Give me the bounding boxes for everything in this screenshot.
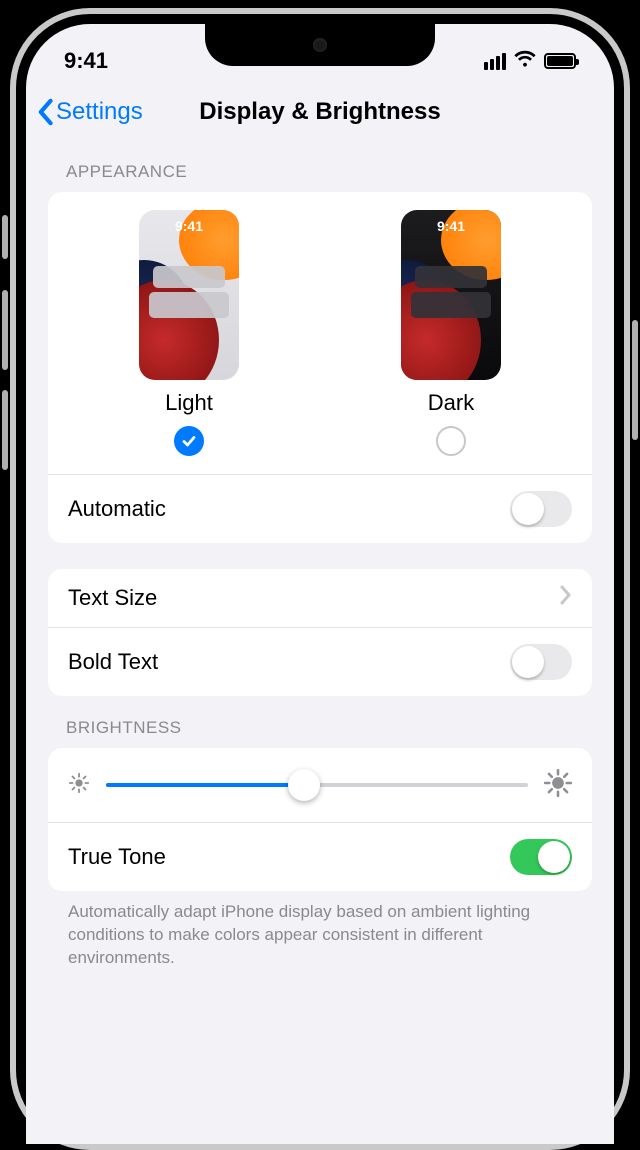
chevron-right-icon (560, 585, 572, 611)
battery-icon (544, 53, 576, 69)
side-button-power (632, 320, 638, 440)
bold-text-row[interactable]: Bold Text (48, 627, 592, 696)
radio-dark-unselected[interactable] (436, 426, 466, 456)
brightness-card: True Tone (48, 748, 592, 891)
thumb-time-light: 9:41 (139, 218, 239, 234)
chevron-left-icon (36, 98, 54, 126)
checkmark-icon (181, 433, 197, 449)
screen: 9:41 Settings Display & Brightness APPEA… (26, 24, 614, 1144)
device-frame: 9:41 Settings Display & Brightness APPEA… (10, 8, 630, 1150)
status-time: 9:41 (64, 48, 108, 74)
wifi-icon (514, 48, 536, 74)
radio-light-selected[interactable] (174, 426, 204, 456)
section-header-brightness: BRIGHTNESS (48, 696, 592, 748)
side-button-volume-down (2, 390, 8, 470)
appearance-label-dark: Dark (428, 390, 474, 416)
light-preview-thumb: 9:41 (139, 210, 239, 380)
text-size-row[interactable]: Text Size (48, 569, 592, 627)
text-card: Text Size Bold Text (48, 569, 592, 696)
appearance-option-dark[interactable]: 9:41 Dark (401, 210, 501, 456)
side-button-silent (2, 215, 8, 259)
side-button-volume-up (2, 290, 8, 370)
automatic-switch[interactable] (510, 491, 572, 527)
sun-max-icon (544, 769, 572, 802)
nav-bar: Settings Display & Brightness (26, 80, 614, 140)
automatic-label: Automatic (68, 496, 166, 522)
text-size-label: Text Size (68, 585, 157, 611)
back-label: Settings (56, 98, 143, 126)
brightness-slider-row (48, 748, 592, 823)
brightness-slider[interactable] (106, 768, 528, 802)
appearance-card: 9:41 Light 9:41 (48, 192, 592, 543)
true-tone-switch[interactable] (510, 839, 572, 875)
automatic-row[interactable]: Automatic (48, 475, 592, 543)
true-tone-label: True Tone (68, 844, 166, 870)
appearance-option-light[interactable]: 9:41 Light (139, 210, 239, 456)
thumb-time-dark: 9:41 (401, 218, 501, 234)
dark-preview-thumb: 9:41 (401, 210, 501, 380)
true-tone-footer: Automatically adapt iPhone display based… (48, 891, 592, 970)
back-button[interactable]: Settings (36, 98, 143, 126)
section-header-appearance: APPEARANCE (48, 140, 592, 192)
appearance-label-light: Light (165, 390, 213, 416)
sun-min-icon (68, 772, 90, 799)
cellular-signal-icon (484, 53, 506, 70)
bold-text-switch[interactable] (510, 644, 572, 680)
true-tone-row[interactable]: True Tone (48, 823, 592, 891)
notch (205, 24, 435, 66)
bold-text-label: Bold Text (68, 649, 158, 675)
